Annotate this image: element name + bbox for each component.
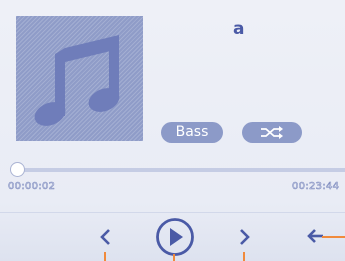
callout-line-next — [243, 252, 245, 261]
track-title: a — [233, 19, 245, 39]
callout-line-back — [322, 236, 345, 238]
callout-line-play — [173, 254, 175, 261]
play-icon — [156, 218, 194, 256]
chevron-right-icon — [240, 229, 250, 245]
album-art — [16, 16, 143, 141]
chevron-left-icon — [100, 229, 110, 245]
play-button[interactable] — [155, 217, 195, 257]
music-player-screen: a Bass 00:00:02 00:23:44 — [0, 0, 345, 261]
previous-button[interactable] — [98, 228, 112, 246]
shuffle-button[interactable] — [242, 122, 302, 143]
next-button[interactable] — [238, 228, 252, 246]
callout-line-previous — [104, 252, 106, 261]
progress-thumb[interactable] — [10, 162, 25, 177]
shuffle-icon — [261, 126, 283, 139]
bass-button[interactable]: Bass — [161, 122, 223, 143]
total-time: 00:23:44 — [292, 181, 340, 193]
bass-label: Bass — [175, 124, 209, 140]
elapsed-time: 00:00:02 — [8, 181, 56, 193]
progress-slider[interactable] — [12, 168, 345, 172]
music-note-icon — [34, 35, 120, 126]
